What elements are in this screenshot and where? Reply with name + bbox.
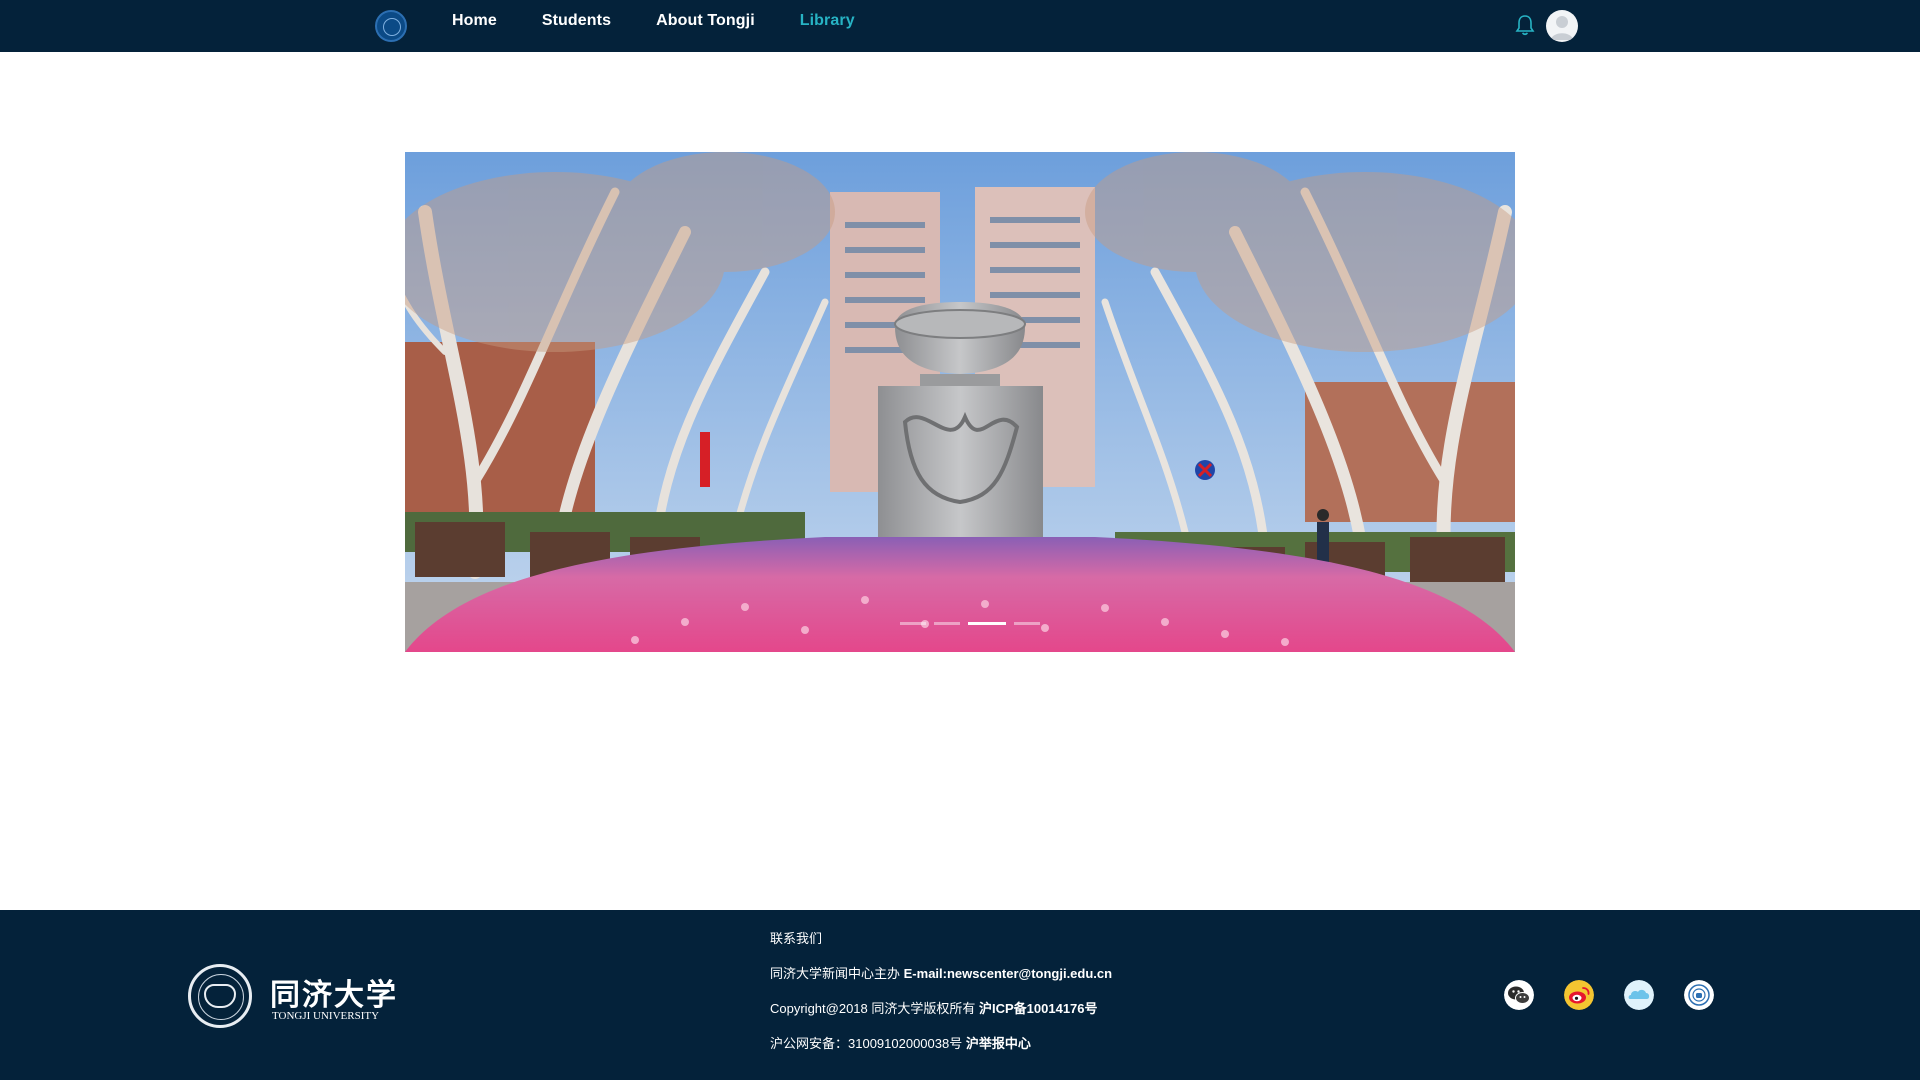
nav-about-tongji-link[interactable]: About Tongji <box>656 12 755 30</box>
tongji-app-icon[interactable] <box>1684 980 1714 1010</box>
user-avatar-icon[interactable] <box>1546 10 1578 42</box>
nav-library-link[interactable]: Library <box>800 12 855 30</box>
footer-university-logo[interactable]: 同济大学 TONGJI UNIVERSITY <box>188 964 396 1028</box>
carousel-dot-1[interactable] <box>900 622 926 625</box>
public-security-text: 沪公网安备：31009102000038号 <box>770 1036 963 1051</box>
university-seal-icon <box>188 964 252 1028</box>
wechat-icon[interactable] <box>1504 980 1534 1010</box>
footer-line-security: 沪公网安备：31009102000038号 沪举报中心 <box>770 1033 1112 1068</box>
top-nav-bar: Home Students About Tongji Library <box>0 0 1920 52</box>
logo-chinese-name: 同济大学 <box>270 978 398 1013</box>
carousel-dot-4[interactable] <box>1014 622 1040 625</box>
campus-sculpture-photo <box>405 152 1515 652</box>
logo-english-name: TONGJI UNIVERSITY <box>272 1010 380 1022</box>
copyright-text: Copyright@2018 同济大学版权所有 <box>770 1001 976 1016</box>
carousel-dot-3[interactable] <box>968 622 1006 625</box>
email-link[interactable]: E-mail:newscenter@tongji.edu.cn <box>904 966 1112 981</box>
cloud-icon[interactable] <box>1624 980 1654 1010</box>
nav-students-link[interactable]: Students <box>542 12 611 30</box>
site-footer: 同济大学 TONGJI UNIVERSITY 联系我们 同济大学新闻中心主办 E… <box>0 910 1920 1080</box>
footer-line-host: 同济大学新闻中心主办 E-mail:newscenter@tongji.edu.… <box>770 963 1112 998</box>
contact-us-link[interactable]: 联系我们 <box>770 928 1112 963</box>
footer-line-copyright: Copyright@2018 同济大学版权所有 沪ICP备10014176号 <box>770 998 1112 1033</box>
weibo-icon[interactable] <box>1564 980 1594 1010</box>
host-text: 同济大学新闻中心主办 <box>770 966 901 981</box>
main-nav: Home Students About Tongji Library <box>452 0 900 42</box>
carousel-dot-2[interactable] <box>934 622 960 625</box>
report-center-link[interactable]: 沪举报中心 <box>966 1036 1031 1051</box>
nav-home-link[interactable]: Home <box>452 12 497 30</box>
icp-link[interactable]: 沪ICP备10014176号 <box>979 1001 1098 1016</box>
carousel-indicators <box>900 622 1040 625</box>
footer-info: 联系我们 同济大学新闻中心主办 E-mail:newscenter@tongji… <box>770 928 1112 1068</box>
bell-icon[interactable] <box>1515 14 1535 36</box>
hero-carousel[interactable] <box>405 152 1515 652</box>
tongji-emblem-icon[interactable] <box>375 10 407 42</box>
